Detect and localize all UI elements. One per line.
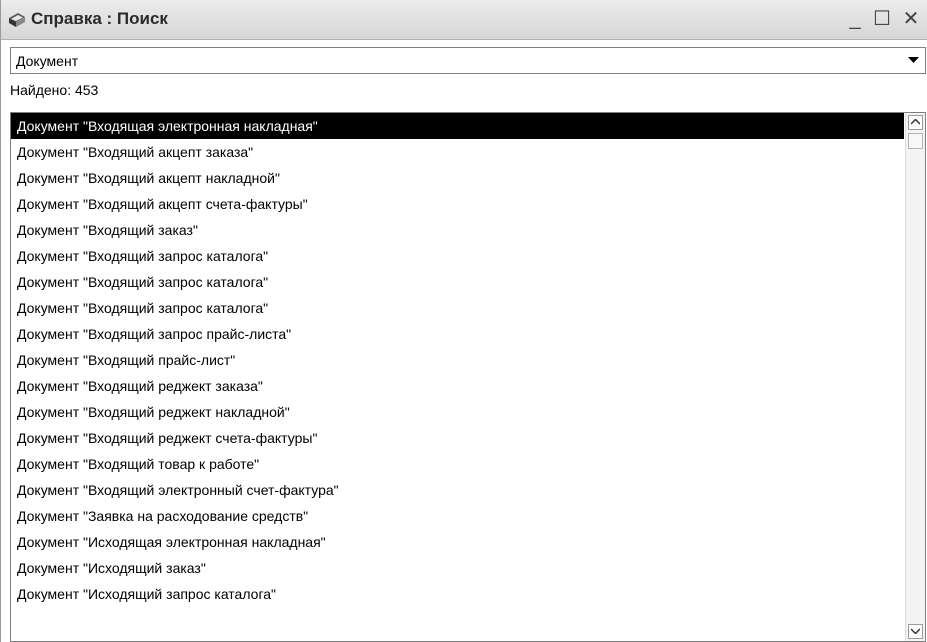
list-item[interactable]: Документ "Входящая электронная накладная… [11, 113, 904, 139]
list-item[interactable]: Документ "Входящий запрос каталога" [11, 243, 904, 269]
list-item[interactable]: Документ "Входящий реджект счета-фактуры… [11, 425, 904, 451]
close-button[interactable]: ✕ [899, 6, 923, 32]
help-search-window: Справка : Поиск _ ☐ ✕ Документ Найдено: … [0, 0, 927, 642]
dropdown-arrow-button[interactable] [904, 49, 924, 72]
list-item[interactable]: Документ "Исходящая электронная накладна… [11, 529, 904, 555]
scrollbar-thumb[interactable] [908, 133, 923, 149]
results-rows: Документ "Входящая электронная накладная… [11, 113, 904, 607]
list-item[interactable]: Документ "Входящий акцепт счета-фактуры" [11, 191, 904, 217]
maximize-button[interactable]: ☐ [870, 6, 894, 32]
list-item[interactable]: Документ "Входящий акцепт заказа" [11, 139, 904, 165]
list-item[interactable]: Документ "Входящий акцепт накладной" [11, 165, 904, 191]
results-list[interactable]: Документ "Входящая электронная накладная… [10, 112, 926, 642]
list-item[interactable]: Документ "Исходящий запрос каталога" [11, 581, 904, 607]
list-item[interactable]: Документ "Входящий электронный счет-факт… [11, 477, 904, 503]
list-item[interactable]: Документ "Входящий товар к работе" [11, 451, 904, 477]
object-type-dropdown[interactable]: Документ [10, 47, 926, 74]
list-item[interactable]: Документ "Входящий запрос прайс-листа" [11, 321, 904, 347]
list-item[interactable]: Документ "Входящий прайс-лист" [11, 347, 904, 373]
minimize-button[interactable]: _ [843, 6, 867, 32]
results-count: Найдено: 453 [10, 82, 99, 98]
list-item[interactable]: Документ "Входящий реджект накладной" [11, 399, 904, 425]
list-item[interactable]: Документ "Входящий реджект заказа" [11, 373, 904, 399]
list-item[interactable]: Документ "Входящий запрос каталога" [11, 295, 904, 321]
list-item[interactable]: Документ "Входящий запрос каталога" [11, 269, 904, 295]
book-icon [7, 10, 27, 30]
vertical-scrollbar[interactable] [905, 113, 925, 641]
list-item[interactable]: Документ "Исходящий заказ" [11, 555, 904, 581]
window-title: Справка : Поиск [31, 9, 168, 28]
list-item[interactable]: Документ "Входящий заказ" [11, 217, 904, 243]
scroll-up-button[interactable] [908, 115, 923, 130]
list-item[interactable]: Документ "Заявка на расходование средств… [11, 503, 904, 529]
dropdown-selected-value: Документ [16, 53, 79, 69]
title-bar[interactable]: Справка : Поиск _ ☐ ✕ [1, 0, 927, 40]
scroll-down-button[interactable] [908, 624, 923, 639]
